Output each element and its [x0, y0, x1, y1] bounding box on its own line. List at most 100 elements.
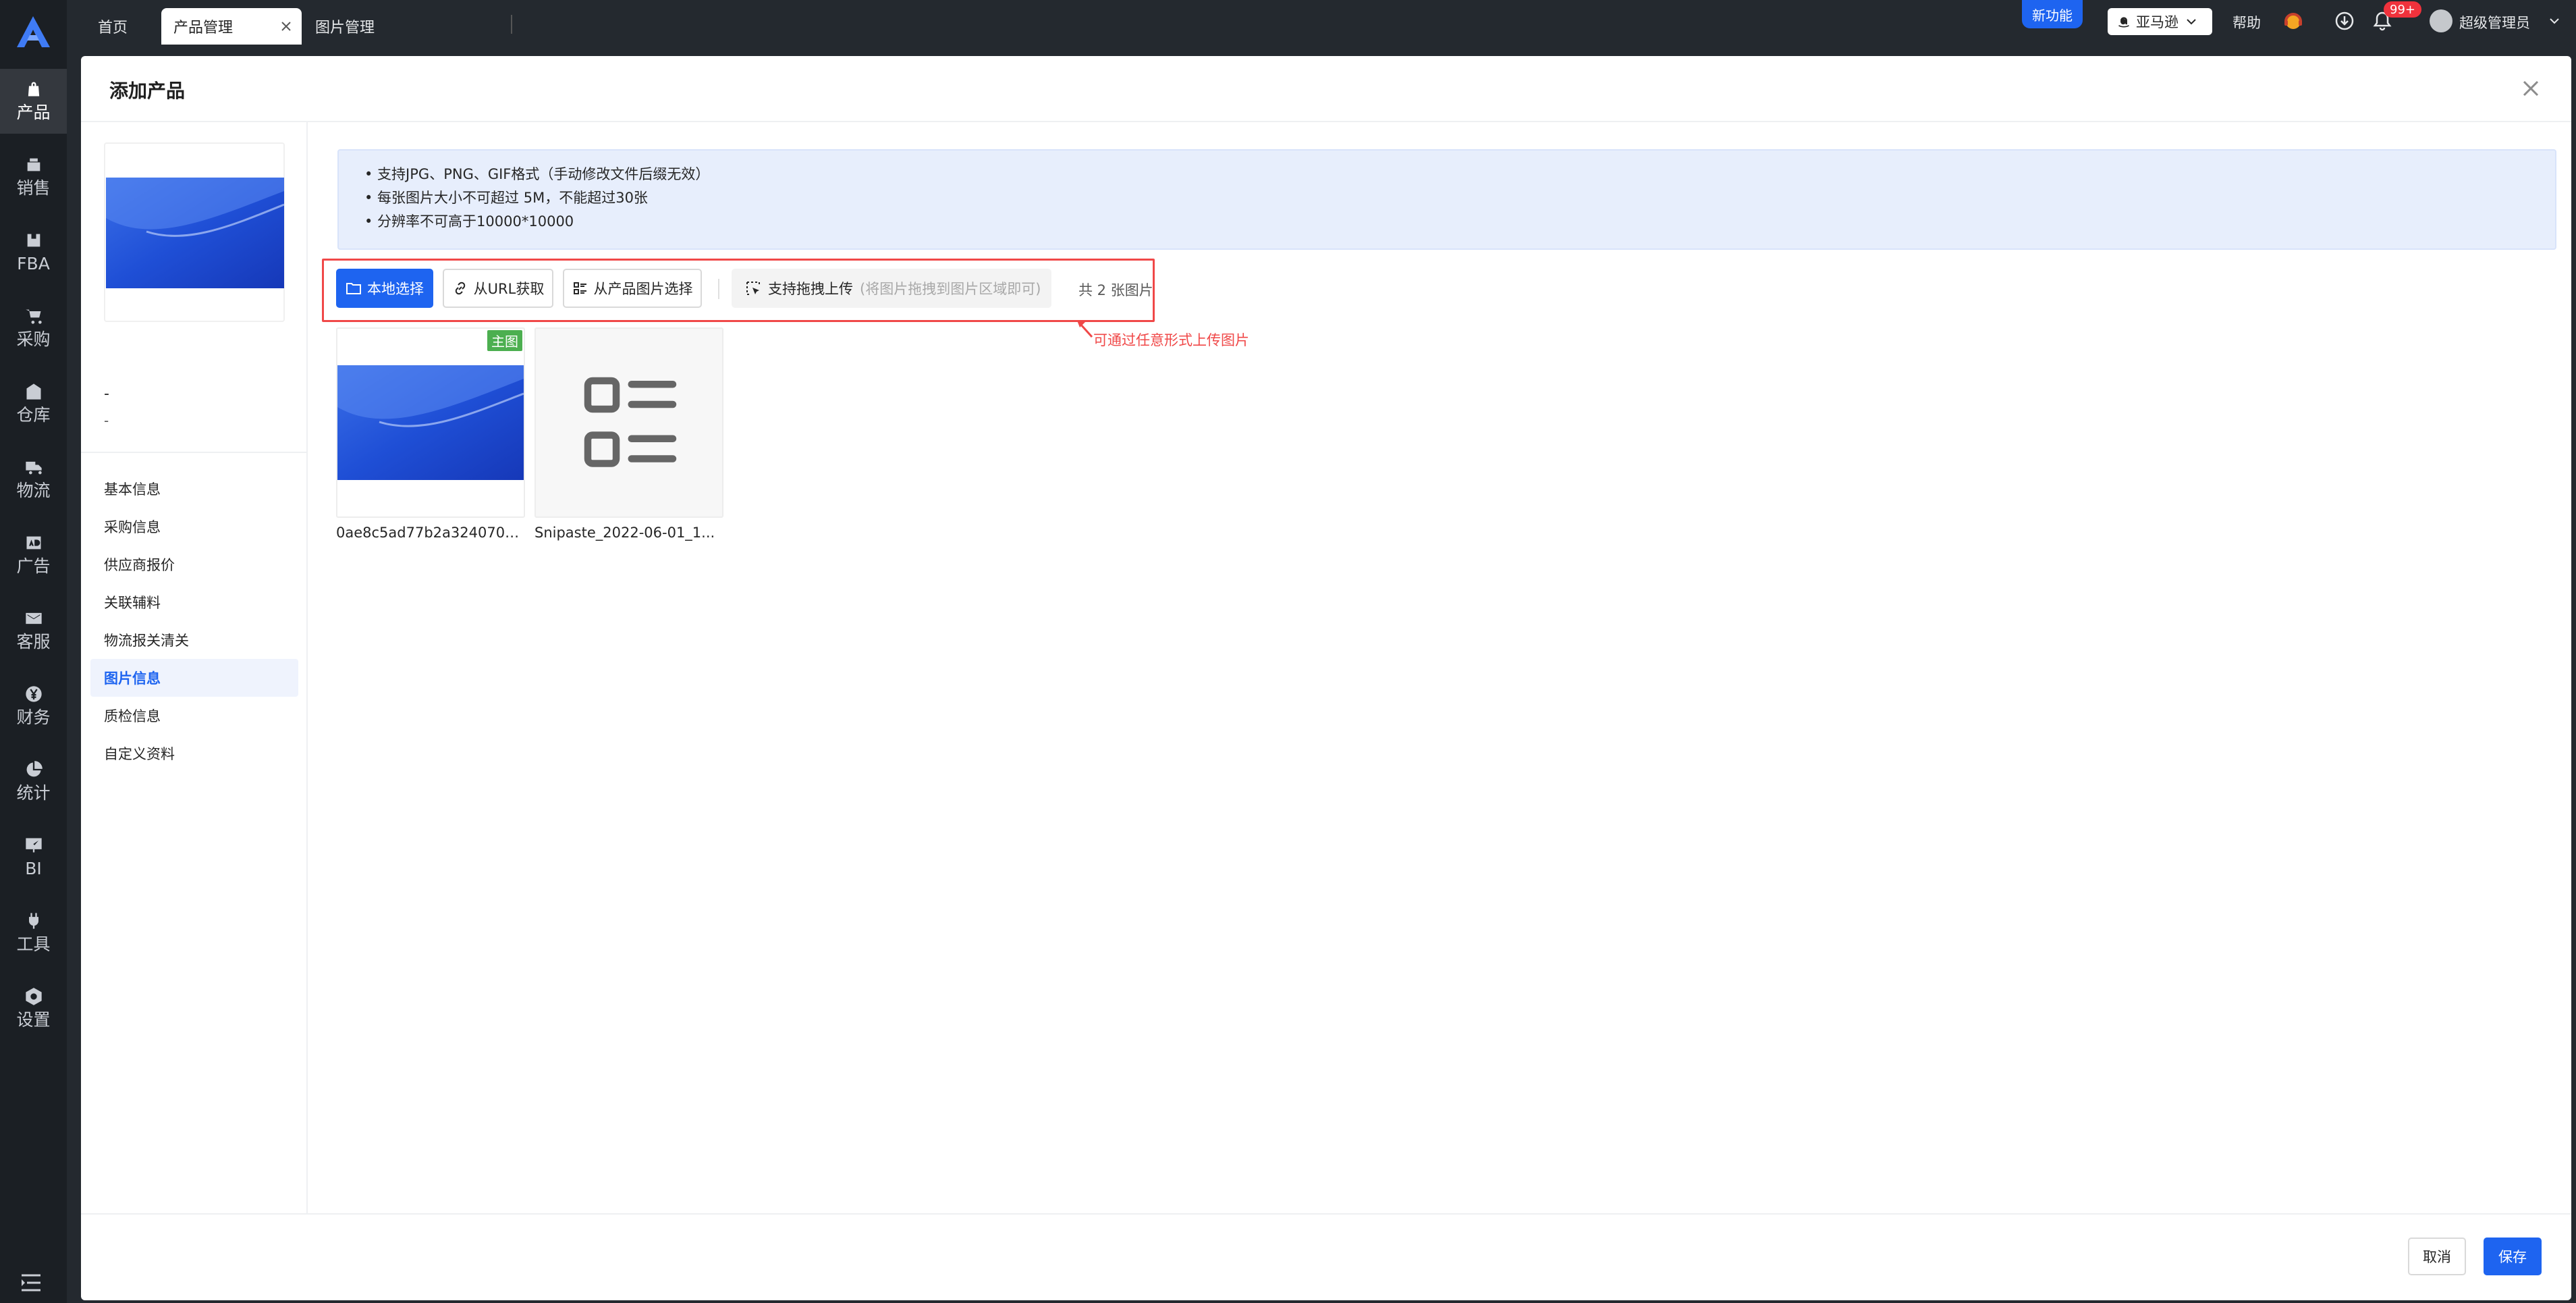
- sidebar-item-bi[interactable]: BI: [0, 825, 67, 890]
- section-nav-customs[interactable]: 物流报关清关: [90, 621, 298, 659]
- tab-home[interactable]: 首页: [76, 8, 150, 45]
- modal-title: 添加产品: [109, 80, 186, 102]
- mail-icon: [25, 612, 42, 624]
- section-nav-custom[interactable]: 自定义资料: [90, 735, 298, 772]
- sidebar-item-label: FBA: [17, 254, 50, 273]
- product-side-panel: - - 基本信息 采购信息 供应商报价 关联辅料 物流报关清关 图片信息 质检信…: [81, 122, 308, 1214]
- sidebar-item-label: 工具: [16, 934, 51, 954]
- drag-select-icon: [746, 282, 760, 295]
- close-icon[interactable]: [2520, 78, 2542, 99]
- cash-register-icon: [27, 158, 40, 171]
- drop-zone-hint: (将图片拖拽到图片区域即可): [860, 281, 1041, 297]
- sidebar-item-ads[interactable]: 广告: [0, 523, 67, 587]
- upload-rules-notice: • 支持JPG、PNG、GIF格式（手动修改文件后缀无效） • 每张图片大小不可…: [337, 149, 2556, 250]
- pie-chart-icon: [26, 761, 43, 777]
- cart-icon: [25, 309, 42, 324]
- sidebar-item-tools[interactable]: 工具: [0, 901, 67, 965]
- bag-icon: [28, 82, 39, 97]
- marketplace-select[interactable]: 亚马逊: [2108, 8, 2212, 35]
- tab-label: 产品管理: [173, 20, 234, 36]
- ad-icon: [26, 536, 40, 550]
- annotation-text: 可通过任意形式上传图片: [1093, 332, 1249, 348]
- section-nav-qc[interactable]: 质检信息: [90, 697, 298, 735]
- sidebar-item-finance[interactable]: 财务: [0, 674, 67, 739]
- new-feature-button[interactable]: 新功能: [2022, 0, 2083, 28]
- sidebar-item-label: 销售: [16, 178, 51, 198]
- section-nav-supplier[interactable]: 供应商报价: [90, 546, 298, 583]
- notice-line: • 分辨率不可高于10000*10000: [364, 213, 574, 230]
- sidebar-item-purchase[interactable]: 采购: [0, 296, 67, 361]
- section-nav-basic[interactable]: 基本信息: [90, 470, 298, 508]
- sidebar-item-warehouse[interactable]: 仓库: [0, 371, 67, 436]
- box-icon: [27, 234, 40, 247]
- marketplace-label: 亚马逊: [2136, 14, 2178, 30]
- product-thumbnail: [106, 178, 284, 288]
- list-icon: [573, 282, 586, 294]
- sidebar-item-sales[interactable]: 销售: [0, 144, 67, 209]
- yen-icon: [25, 686, 42, 702]
- amazon-icon: [2118, 17, 2129, 28]
- main-image-tag: 主图: [487, 330, 522, 351]
- add-product-modal: 添加产品 - - 基本信息 采购信息 供应商报价 关联辅料 物流报关清关 图片信…: [81, 56, 2571, 1300]
- link-icon: [455, 282, 465, 295]
- sidebar-item-label: 仓库: [16, 405, 51, 425]
- notice-line: • 每张图片大小不可超过 5M，不能超过30张: [364, 190, 648, 206]
- drag-upload-zone[interactable]: 支持拖拽上传 (将图片拖拽到图片区域即可): [732, 269, 1051, 308]
- image-filename: 0ae8c5ad77b2a3240706...: [336, 525, 525, 541]
- user-name[interactable]: 超级管理员: [2459, 12, 2530, 32]
- from-product-images-button[interactable]: 从产品图片选择: [563, 269, 702, 308]
- tab-label: 首页: [98, 20, 128, 36]
- drop-zone-label: 支持拖拽上传: [768, 281, 853, 297]
- modal-header: 添加产品: [81, 56, 2571, 122]
- sidebar-item-fba[interactable]: FBA: [0, 220, 67, 285]
- sidebar-item-label: 财务: [16, 708, 51, 727]
- image-card[interactable]: [535, 327, 723, 518]
- product-name: -: [104, 385, 109, 402]
- section-nav-purchase[interactable]: 采购信息: [90, 508, 298, 546]
- sidebar-item-logistics[interactable]: 物流: [0, 447, 67, 512]
- sidebar-item-label: 客服: [16, 632, 51, 652]
- sidebar-item-product[interactable]: 产品: [0, 69, 67, 134]
- notification-badge: 99+: [2384, 1, 2421, 18]
- cancel-button[interactable]: 取消: [2408, 1238, 2466, 1275]
- product-preview: [104, 142, 285, 322]
- sidebar-item-label: 物流: [16, 481, 51, 500]
- customer-service-icon[interactable]: [2282, 10, 2304, 32]
- warehouse-icon: [26, 383, 40, 400]
- image-thumbnail: [337, 365, 524, 480]
- tab-product-management[interactable]: 产品管理: [161, 8, 302, 45]
- image-card[interactable]: 主图: [336, 327, 525, 518]
- sidebar-item-label: 产品: [16, 103, 51, 122]
- product-sku: -: [104, 413, 109, 429]
- sidebar-item-service[interactable]: 客服: [0, 598, 67, 663]
- divider: [81, 452, 308, 453]
- sidebar-item-label: BI: [25, 859, 42, 878]
- brand-logo-icon[interactable]: [15, 15, 52, 49]
- section-nav-images[interactable]: 图片信息: [90, 659, 298, 697]
- button-label: 从URL获取: [473, 281, 545, 297]
- download-icon[interactable]: [2334, 10, 2355, 32]
- button-label: 本地选择: [367, 281, 424, 297]
- truck-icon: [25, 461, 42, 475]
- help-link[interactable]: 帮助: [2232, 12, 2261, 32]
- tab-label: 图片管理: [315, 20, 375, 36]
- section-nav-accessories[interactable]: 关联辅料: [90, 583, 298, 621]
- save-button[interactable]: 保存: [2484, 1238, 2542, 1275]
- image-count: 共 2 张图片: [1078, 282, 1153, 298]
- list-placeholder-icon: [584, 377, 677, 467]
- sidebar: 产品 销售 FBA 采购 仓库 物流 广告 客服 财务 统计 BI 工具 设置: [0, 0, 67, 1303]
- menu-collapse-icon[interactable]: [20, 1273, 42, 1292]
- sidebar-item-label: 采购: [16, 329, 51, 349]
- local-select-button[interactable]: 本地选择: [336, 269, 433, 308]
- sidebar-item-stats[interactable]: 统计: [0, 749, 67, 814]
- chevron-down-icon[interactable]: [2550, 18, 2559, 24]
- tab-image-management[interactable]: 图片管理: [315, 8, 410, 45]
- avatar[interactable]: [2430, 9, 2452, 32]
- image-filename: Snipaste_2022-06-01_1...: [535, 525, 715, 541]
- sidebar-item-settings[interactable]: 设置: [0, 976, 67, 1041]
- from-url-button[interactable]: 从URL获取: [443, 269, 553, 308]
- chevron-down-icon: [2187, 19, 2196, 25]
- chart-board-icon: [25, 838, 42, 853]
- close-icon[interactable]: [281, 22, 291, 31]
- hexagon-gear-icon: [25, 988, 42, 1005]
